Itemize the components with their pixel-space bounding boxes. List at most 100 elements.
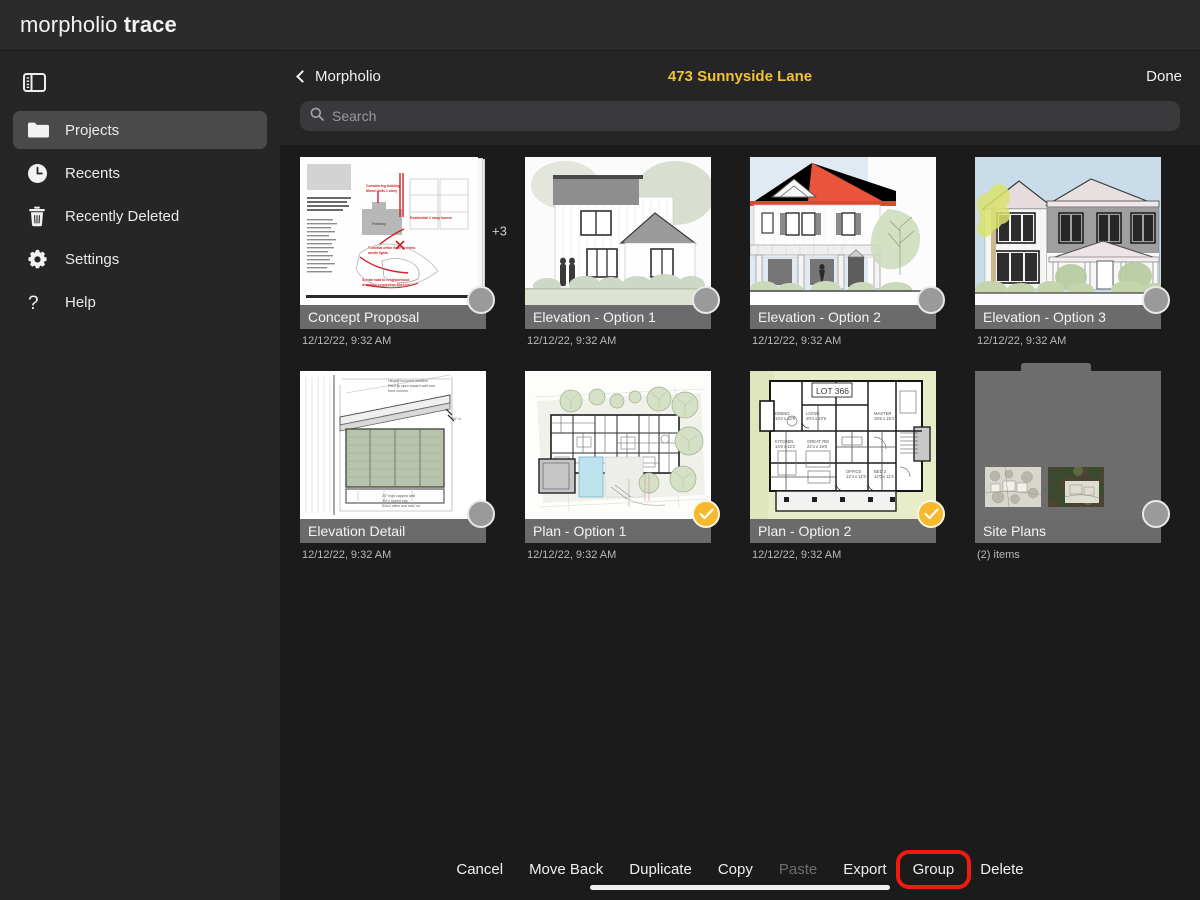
elevation-option-3-render-icon	[975, 157, 1161, 305]
folder-preview-row	[985, 467, 1104, 507]
move-back-button[interactable]: Move Back	[516, 854, 616, 885]
item-title: Concept Proposal	[300, 305, 486, 329]
svg-text:54" cl: 54" cl	[452, 417, 461, 421]
page-title: 473 Sunnyside Lane	[667, 67, 813, 85]
duplicate-button[interactable]: Duplicate	[616, 854, 705, 885]
sidebar-item-recents[interactable]: Recents	[13, 154, 267, 192]
cancel-button[interactable]: Cancel	[443, 854, 516, 885]
sidebar-item-label: Projects	[65, 121, 120, 139]
chevron-left-icon	[296, 69, 309, 83]
svg-text:Mixed Units 1 story: Mixed Units 1 story	[366, 189, 397, 193]
grid-item[interactable]: Elevation - Option 2 12/12/22, 9:32 AM	[750, 157, 945, 349]
search-row	[280, 101, 1200, 145]
thumbnail[interactable]	[525, 371, 720, 528]
svg-text:12'0 x 11'4: 12'0 x 11'4	[874, 474, 894, 479]
grid-item[interactable]: Elevation - Option 1 12/12/22, 9:32 AM	[525, 157, 720, 349]
item-title: Elevation Detail	[300, 519, 486, 543]
brand-bar: morpholio trace	[0, 0, 1200, 51]
svg-text:5/4x4 stiles and rails 'ss': 5/4x4 stiles and rails 'ss'	[382, 504, 421, 508]
sidebar: Projects Recents Recently Deleted Settin…	[0, 51, 280, 900]
grid-item[interactable]: Considering building Mixed Units 1 story…	[300, 157, 507, 349]
clock-icon	[27, 162, 53, 184]
main-pane: Morpholio 473 Sunnyside Lane Done Search…	[280, 51, 1200, 900]
group-button[interactable]: Group	[895, 849, 972, 889]
svg-text:15'6 x 16'4: 15'6 x 16'4	[874, 416, 895, 421]
trash-icon	[27, 205, 53, 227]
selection-badge[interactable]	[1142, 500, 1170, 528]
action-toolbar: Cancel Move Back Duplicate Copy Paste Ex…	[280, 838, 1200, 900]
item-meta: 12/12/22, 9:32 AM	[752, 334, 842, 347]
folder-preview-thumb	[1048, 467, 1104, 507]
thumbnail[interactable]	[525, 157, 720, 314]
sidebar-toggle-button[interactable]	[8, 59, 60, 105]
item-meta: 12/12/22, 9:32 AM	[302, 548, 392, 561]
done-button[interactable]: Done	[1146, 68, 1182, 85]
thumbnail-stack[interactable]: Considering building Mixed Units 1 story…	[300, 157, 507, 314]
grid-item-folder[interactable]: Site Plans (2) items	[975, 363, 1170, 563]
app-window: morpholio trace Projects Recents Recentl…	[0, 0, 1200, 900]
selection-badge[interactable]	[467, 286, 495, 314]
thumbnail[interactable]: LOT 366 DINING 13'2 x 12'6 LIVING 20'4 x 2…	[750, 371, 945, 528]
delete-button[interactable]: Delete	[967, 854, 1036, 885]
back-button[interactable]: Morpholio	[296, 67, 381, 85]
search-box[interactable]	[300, 101, 1180, 131]
selection-badge[interactable]	[917, 500, 945, 528]
content-area: Considering building Mixed Units 1 story…	[280, 145, 1200, 900]
selection-badge[interactable]	[692, 500, 720, 528]
search-input[interactable]	[332, 101, 1170, 131]
item-title: Elevation - Option 1	[525, 305, 711, 329]
svg-text:Parking: Parking	[372, 221, 386, 226]
sidebar-item-projects[interactable]: Projects	[13, 111, 267, 149]
svg-text:12'4 x 11'8: 12'4 x 11'8	[846, 474, 866, 479]
item-title: Plan - Option 2	[750, 519, 936, 543]
brand-light-text: morpholio	[20, 12, 118, 37]
elevation-option-1-render-icon	[525, 157, 711, 305]
svg-text:Hinged louvered shutters: Hinged louvered shutters	[388, 379, 428, 383]
sidebar-item-recently-deleted[interactable]: Recently Deleted	[13, 197, 267, 235]
back-button-label: Morpholio	[315, 67, 381, 85]
sidebar-nav-list: Projects Recents Recently Deleted Settin…	[0, 111, 280, 321]
item-meta: 12/12/22, 9:32 AM	[302, 334, 392, 347]
sidebar-item-settings[interactable]: Settings	[13, 240, 267, 278]
svg-text:fitted to open toward wall and: fitted to open toward wall and	[388, 384, 435, 388]
item-meta: 12/12/22, 9:32 AM	[527, 334, 617, 347]
navigation-bar: Morpholio 473 Sunnyside Lane Done	[280, 51, 1200, 101]
gear-icon	[27, 248, 53, 270]
grid-item[interactable]: LOT 366 DINING 13'2 x 12'6 LIVING 20'4 x 2…	[750, 371, 945, 563]
svg-text:Considering building: Considering building	[366, 184, 400, 188]
selection-badge[interactable]	[1142, 286, 1170, 314]
selection-badge[interactable]	[917, 286, 945, 314]
folder-thumbnail[interactable]	[975, 363, 1170, 528]
stack-count-label: +3	[492, 223, 507, 239]
item-meta: 12/12/22, 9:32 AM	[752, 548, 842, 561]
home-indicator	[590, 885, 890, 890]
grid-item[interactable]: Plan - Option 1 12/12/22, 9:32 AM	[525, 371, 720, 563]
thumbnail[interactable]	[975, 157, 1170, 314]
svg-text:22'4 x 19'6: 22'4 x 19'6	[807, 444, 828, 449]
svg-text:24" high capped wall: 24" high capped wall	[382, 494, 415, 498]
sidebar-item-help[interactable]: ? Help	[13, 283, 267, 321]
brand-bold-text: trace	[123, 12, 177, 37]
item-title: Site Plans	[975, 519, 1161, 543]
project-grid: Considering building Mixed Units 1 story…	[300, 157, 1180, 563]
paste-button: Paste	[778, 860, 818, 878]
grid-item[interactable]: Elevation - Option 3 12/12/22, 9:32 AM	[975, 157, 1170, 349]
grid-item[interactable]: Hinged louvered shutters fitted to open …	[300, 371, 495, 563]
sidebar-item-label: Recently Deleted	[65, 207, 180, 225]
svg-text:LOT 366: LOT 366	[816, 386, 849, 396]
question-icon: ?	[27, 291, 53, 313]
sidebar-item-label: Help	[65, 293, 96, 311]
thumbnail[interactable]	[750, 157, 945, 314]
svg-text:3/4 x ripped cap: 3/4 x ripped cap	[382, 499, 408, 503]
copy-button[interactable]: Copy	[705, 854, 766, 885]
selection-badge[interactable]	[692, 286, 720, 314]
elevation-detail-drawing-icon: Hinged louvered shutters fitted to open …	[300, 371, 486, 519]
elevation-option-2-render-icon	[750, 157, 936, 305]
thumbnail[interactable]: Hinged louvered shutters fitted to open …	[300, 371, 495, 528]
app-body: Projects Recents Recently Deleted Settin…	[0, 51, 1200, 900]
svg-text:onsite lights: onsite lights	[368, 251, 388, 255]
search-icon	[310, 107, 324, 126]
selection-badge[interactable]	[467, 500, 495, 528]
export-button[interactable]: Export	[830, 854, 899, 885]
item-meta: (2) items	[977, 548, 1020, 561]
